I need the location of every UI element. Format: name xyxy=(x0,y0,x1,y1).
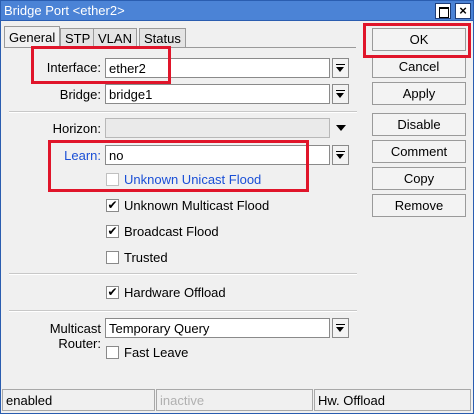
bridge-port-window: Bridge Port <ether2> × General STP VLAN … xyxy=(0,0,474,414)
fast-leave-label: Fast Leave xyxy=(124,345,189,360)
learn-highlight-box xyxy=(48,140,309,192)
status-enabled: enabled xyxy=(2,389,155,411)
bridge-field[interactable]: bridge1 xyxy=(105,84,330,104)
separator xyxy=(9,111,357,113)
copy-button[interactable]: Copy xyxy=(372,167,466,190)
tab-stp[interactable]: STP xyxy=(60,28,96,47)
checkbox-icon[interactable] xyxy=(106,346,119,359)
multicast-router-dropdown-icon[interactable] xyxy=(332,318,349,338)
ok-highlight-box xyxy=(363,23,471,58)
window-title: Bridge Port <ether2> xyxy=(4,3,125,18)
trusted-label: Trusted xyxy=(124,250,168,265)
tab-status[interactable]: Status xyxy=(139,28,186,47)
checkbox-icon[interactable]: ✔ xyxy=(106,225,119,238)
maximize-icon[interactable] xyxy=(435,3,451,19)
checkbox-icon[interactable] xyxy=(106,251,119,264)
horizon-label: Horizon: xyxy=(52,121,101,136)
status-bar: enabled inactive Hw. Offload xyxy=(1,388,473,413)
close-icon[interactable]: × xyxy=(455,3,471,19)
unknown-multicast-flood-label: Unknown Multicast Flood xyxy=(124,198,270,213)
status-inactive: inactive xyxy=(156,389,313,411)
broadcast-flood-label: Broadcast Flood xyxy=(124,224,219,239)
title-bar[interactable]: Bridge Port <ether2> × xyxy=(1,1,473,21)
bridge-dropdown-icon[interactable] xyxy=(332,84,349,104)
comment-button[interactable]: Comment xyxy=(372,140,466,163)
horizon-field[interactable] xyxy=(105,118,330,138)
multicast-router-label: Multicast Router: xyxy=(49,321,101,351)
disable-button[interactable]: Disable xyxy=(372,113,466,136)
separator xyxy=(9,273,357,275)
fast-leave-checkbox[interactable]: Fast Leave xyxy=(106,344,306,362)
tab-vlan[interactable]: VLAN xyxy=(93,28,137,47)
hardware-offload-label: Hardware Offload xyxy=(124,285,226,300)
separator xyxy=(9,310,357,312)
cancel-button[interactable]: Cancel xyxy=(372,55,466,78)
horizon-dropdown-icon[interactable] xyxy=(335,122,347,134)
broadcast-flood-checkbox[interactable]: ✔ Broadcast Flood xyxy=(106,223,306,241)
bridge-label: Bridge: xyxy=(59,87,101,102)
unknown-multicast-flood-checkbox[interactable]: ✔ Unknown Multicast Flood xyxy=(106,197,306,215)
interface-dropdown-icon[interactable] xyxy=(332,58,349,78)
multicast-router-field[interactable]: Temporary Query xyxy=(105,318,330,338)
checkbox-icon[interactable]: ✔ xyxy=(106,286,119,299)
status-hw-offload: Hw. Offload xyxy=(314,389,471,411)
learn-dropdown-icon[interactable] xyxy=(332,145,349,165)
hardware-offload-checkbox[interactable]: ✔ Hardware Offload xyxy=(106,284,306,302)
apply-button[interactable]: Apply xyxy=(372,82,466,105)
interface-highlight-box xyxy=(31,46,171,84)
remove-button[interactable]: Remove xyxy=(372,194,466,217)
checkbox-icon[interactable]: ✔ xyxy=(106,199,119,212)
trusted-checkbox[interactable]: Trusted xyxy=(106,249,306,267)
tab-general[interactable]: General xyxy=(4,26,61,48)
